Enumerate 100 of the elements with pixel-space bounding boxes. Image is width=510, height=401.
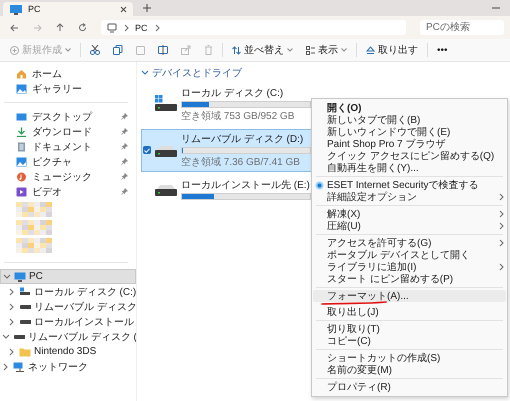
- drive-tile[interactable]: ローカルインストール先 (E:): [141, 174, 313, 202]
- drive-icon: [19, 286, 31, 296]
- drive-tile[interactable]: リムーバブル ディスク (D:) 空き領域 7.36 GB/7.41 GB: [141, 128, 313, 172]
- share-icon: [181, 45, 191, 55]
- address-field[interactable]: PC: [101, 20, 406, 35]
- drive-name: ローカルインストール先 (E:): [181, 178, 311, 192]
- monitor-icon: [14, 272, 26, 282]
- nav-item[interactable]: ミュージック: [0, 169, 136, 184]
- menu-item[interactable]: 新しいウィンドウで開く(E): [313, 126, 506, 138]
- check-icon: [144, 148, 150, 152]
- menu-item[interactable]: アクセスを許可する(G): [313, 237, 506, 249]
- view-button[interactable]: 表示: [302, 41, 351, 59]
- tree-item[interactable]: ローカル ディスク (C:): [0, 284, 136, 299]
- menu-item[interactable]: ライブラリに追加(I): [313, 261, 506, 273]
- pin-icon: [121, 188, 128, 195]
- free-space: 空き領域 7.36 GB/7.41 GB: [181, 156, 301, 168]
- menu-item[interactable]: 開く(O): [313, 102, 506, 114]
- nav-item[interactable]: ホーム: [0, 66, 136, 81]
- home-icon: [16, 68, 27, 78]
- network-icon: [13, 362, 25, 372]
- sort-button[interactable]: 並べ替え: [228, 41, 297, 59]
- tree-item[interactable]: PC: [0, 269, 136, 284]
- list-icon: [306, 46, 315, 54]
- tree-item[interactable]: ローカルインストール: [0, 314, 136, 329]
- monitor-icon: [107, 22, 117, 32]
- section-header[interactable]: デバイスとドライブ: [141, 66, 242, 79]
- drive-tile[interactable]: ローカル ディスク (C:) 空き領域 753 GB/952 GB: [141, 82, 313, 126]
- close-icon[interactable]: [120, 6, 127, 12]
- chevron-right-icon: [123, 24, 129, 32]
- nav-item[interactable]: ギャラリー: [0, 81, 136, 96]
- free-space: 空き領域 753 GB/952 GB: [181, 110, 296, 122]
- menu-item[interactable]: 取り出し(J): [313, 306, 506, 318]
- pin-icon: [121, 158, 128, 165]
- monitor-icon: [9, 4, 23, 14]
- underline-mark: [321, 301, 387, 305]
- drive-name: リムーバブル ディスク (D:): [181, 132, 304, 146]
- nav-item[interactable]: ドキュメント: [0, 139, 136, 154]
- back-icon[interactable]: [10, 24, 19, 32]
- menu-item[interactable]: 圧縮(U): [313, 220, 506, 232]
- pin-icon: [121, 143, 128, 150]
- document-icon: [16, 142, 27, 152]
- nav-item[interactable]: ダウンロード: [0, 124, 136, 139]
- video-icon: [16, 186, 27, 196]
- tab[interactable]: PC: [3, 2, 133, 16]
- up-icon[interactable]: [56, 23, 64, 32]
- pixelated-block: [16, 202, 52, 217]
- menu-item[interactable]: ショートカットの作成(S): [313, 352, 506, 364]
- picture-icon: [16, 156, 27, 166]
- eject-icon: [366, 46, 375, 54]
- plus-circle-icon: [10, 46, 19, 54]
- menu-item[interactable]: 名前の変更(M): [313, 364, 506, 376]
- menu-item[interactable]: 新しいタブで開く(B): [313, 114, 506, 126]
- caret-icon: [287, 48, 293, 52]
- menu-item[interactable]: フォーマット(A)...: [313, 290, 506, 302]
- pin-icon: [121, 173, 128, 180]
- nav-item[interactable]: ピクチャ: [0, 154, 136, 169]
- chevron-down-icon[interactable]: [3, 272, 11, 280]
- menu-item[interactable]: スタート にピン留めする(P): [313, 273, 506, 285]
- chevron-right-icon: [498, 263, 504, 271]
- new-tab-icon[interactable]: [143, 4, 151, 12]
- pin-icon: [121, 113, 128, 120]
- chevron-down-icon[interactable]: [2, 332, 10, 340]
- menu-item[interactable]: 切り取り(T): [313, 323, 506, 335]
- nav-item[interactable]: ビデオ: [0, 184, 136, 199]
- gallery-icon: [16, 84, 27, 94]
- menu-item[interactable]: ポータブル デバイスとして開く: [313, 249, 506, 261]
- eject-button[interactable]: 取り出す: [362, 41, 422, 59]
- menu-item[interactable]: ESET Internet Securityで検査する: [313, 179, 506, 191]
- menu-item[interactable]: クイック アクセスにピン留めする(Q): [313, 150, 506, 162]
- pixelated-block: [16, 238, 52, 253]
- more-button[interactable]: •••: [433, 41, 452, 59]
- tree-item[interactable]: ネットワーク: [0, 359, 136, 374]
- checkbox[interactable]: [143, 146, 151, 154]
- search-field[interactable]: PCの検索: [420, 20, 504, 35]
- scissors-icon: [90, 45, 100, 55]
- tree-item[interactable]: リムーバブル ディスク: [0, 299, 136, 314]
- copy-icon: [113, 45, 123, 55]
- music-icon: [16, 172, 27, 182]
- desktop-icon: [16, 112, 27, 122]
- pixelated-block: [16, 220, 52, 235]
- menu-item[interactable]: 解凍(X): [313, 208, 506, 220]
- drive-icon: [154, 95, 178, 113]
- folder-icon: [19, 346, 31, 356]
- chevron-right-icon: [498, 239, 504, 247]
- menu-item[interactable]: コピー(C): [313, 335, 506, 347]
- menu-item[interactable]: 詳細設定オプション: [313, 191, 506, 203]
- refresh-icon[interactable]: [78, 23, 87, 32]
- caret-icon: [65, 48, 71, 52]
- chevron-right-icon: [498, 193, 504, 201]
- menu-item[interactable]: Paint Shop Pro 7 ブラウザ: [313, 138, 506, 150]
- menu-item[interactable]: 自動再生を開く(Y)...: [313, 162, 506, 174]
- chevron-right-icon: [154, 24, 160, 32]
- clipboard-icon: [136, 45, 145, 55]
- menu-item[interactable]: プロパティ(R): [313, 381, 506, 393]
- tree-item[interactable]: Nintendo 3DS: [0, 344, 136, 359]
- pin-icon: [121, 128, 128, 135]
- breadcrumb[interactable]: PC: [135, 22, 148, 32]
- drive-name: ローカル ディスク (C:): [181, 86, 284, 100]
- minimize-icon[interactable]: [492, 7, 500, 9]
- nav-item[interactable]: デスクトップ: [0, 109, 136, 124]
